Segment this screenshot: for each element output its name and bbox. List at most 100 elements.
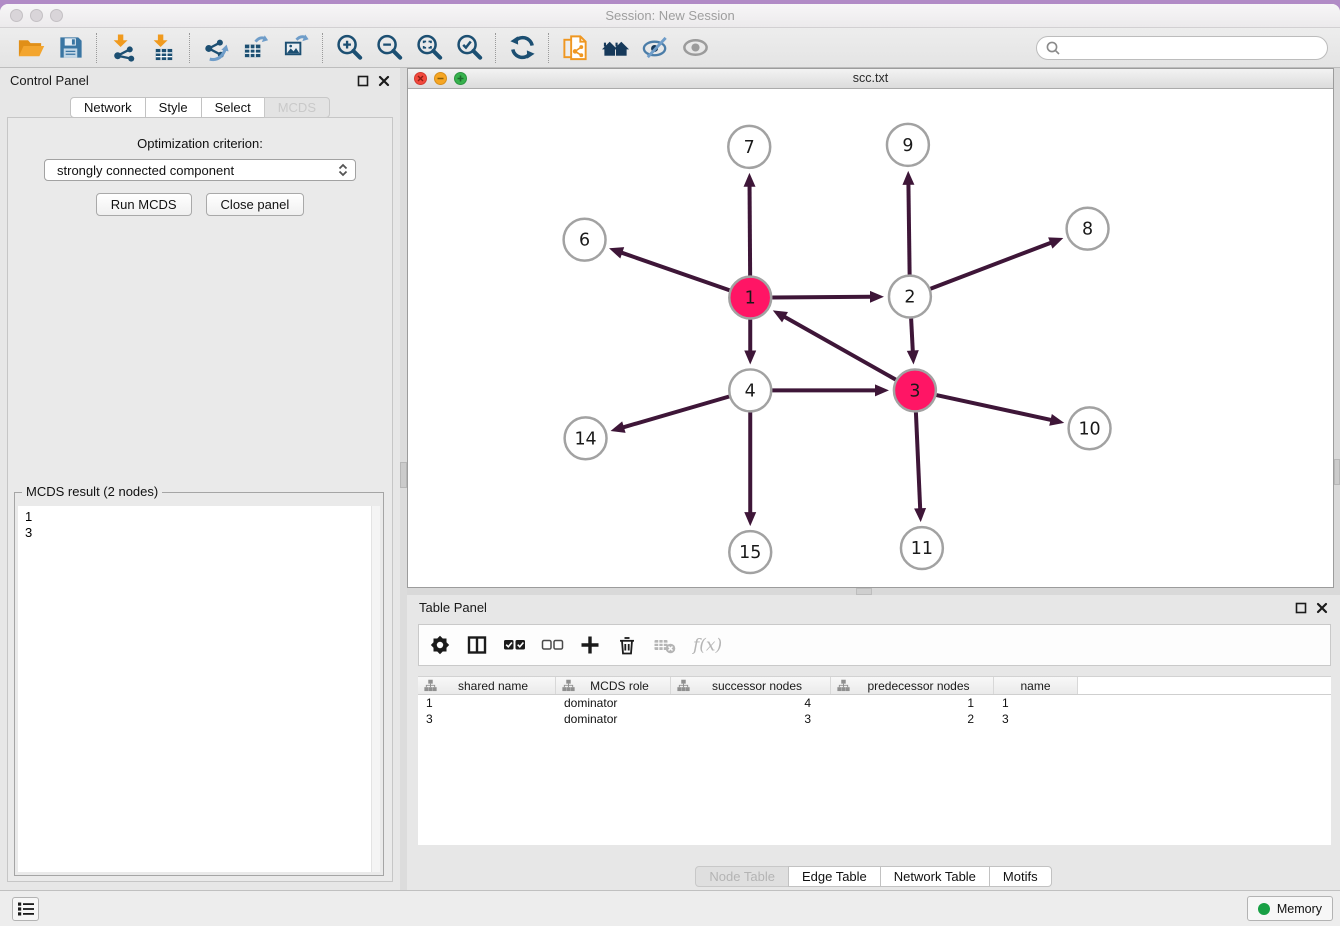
vertical-splitter[interactable] [400, 68, 407, 890]
export-table-button[interactable] [239, 31, 273, 65]
column-header-shared-name[interactable]: shared name [418, 677, 556, 694]
edge-4-3[interactable] [772, 384, 889, 396]
edge-1-2[interactable] [772, 291, 884, 303]
tab-motifs[interactable]: Motifs [989, 866, 1052, 887]
tab-network-table[interactable]: Network Table [880, 866, 990, 887]
edge-2-3[interactable] [907, 319, 919, 365]
zoom-out-button[interactable] [372, 31, 406, 65]
svg-text:6: 6 [579, 231, 590, 251]
main-toolbar [0, 28, 1340, 68]
close-panel-icon[interactable] [378, 75, 390, 87]
tab-edge-table[interactable]: Edge Table [788, 866, 881, 887]
select-all-button[interactable] [503, 634, 526, 656]
delete-column-button[interactable] [616, 634, 638, 656]
graph-node-3[interactable]: 3 [894, 369, 936, 411]
network-canvas[interactable]: 7 9 6 8 1 2 4 3 14 10 15 11 [408, 89, 1333, 587]
zoom-selected-button[interactable] [452, 31, 486, 65]
graph-node-9[interactable]: 9 [887, 124, 929, 166]
network-view-window: scc.txt 7968124314101511 [407, 68, 1334, 588]
memory-button[interactable]: Memory [1247, 896, 1333, 921]
open-file-button[interactable] [13, 31, 47, 65]
table-tabs: Node TableEdge TableNetwork TableMotifs [407, 866, 1340, 887]
right-splitter-handle[interactable] [1334, 459, 1340, 485]
close-panel-button[interactable]: Close panel [206, 193, 305, 216]
splitter-handle[interactable] [400, 462, 407, 488]
graph-node-1[interactable]: 1 [729, 277, 771, 319]
edge-1-6[interactable] [609, 247, 729, 290]
tab-mcds[interactable]: MCDS [264, 97, 330, 118]
column-header-successor-nodes[interactable]: successor nodes [671, 677, 831, 694]
import-table-button[interactable] [146, 31, 180, 65]
minimize-view-icon[interactable] [434, 72, 447, 85]
mcds-result-textarea[interactable]: 13 [18, 506, 380, 872]
columns-view-button[interactable] [466, 634, 488, 656]
save-session-button[interactable] [53, 31, 87, 65]
result-scrollbar[interactable] [371, 506, 380, 872]
close-window-button[interactable] [10, 9, 23, 22]
edge-2-9[interactable] [902, 171, 914, 275]
graph-node-4[interactable]: 4 [729, 369, 771, 411]
copy-network-button[interactable] [558, 31, 592, 65]
deselect-all-button[interactable] [541, 634, 564, 656]
graph-node-11[interactable]: 11 [901, 527, 943, 569]
cell-mcds-role: dominator [556, 712, 671, 726]
float-icon [1295, 602, 1307, 614]
graph-node-6[interactable]: 6 [564, 219, 606, 261]
edge-4-15[interactable] [744, 412, 756, 526]
hide-selected-button[interactable] [638, 31, 672, 65]
table-row[interactable]: 1dominator411 [418, 695, 1331, 711]
graph-node-2[interactable]: 2 [889, 276, 931, 318]
edge-3-10[interactable] [936, 395, 1064, 426]
edge-1-4[interactable] [744, 320, 756, 365]
toolbar-separator [322, 33, 323, 63]
graph-node-10[interactable]: 10 [1069, 407, 1111, 449]
tab-style[interactable]: Style [145, 97, 202, 118]
optimization-label: Optimization criterion: [8, 136, 392, 151]
column-header-predecessor-nodes[interactable]: predecessor nodes [831, 677, 994, 694]
run-mcds-button[interactable]: Run MCDS [96, 193, 192, 216]
tab-node-table[interactable]: Node Table [695, 866, 789, 887]
edge-4-14[interactable] [611, 396, 730, 432]
optimization-criterion-select[interactable]: strongly connected component [44, 159, 356, 181]
table-row[interactable]: 3dominator323 [418, 711, 1331, 727]
tab-network[interactable]: Network [70, 97, 146, 118]
export-image-button[interactable] [279, 31, 313, 65]
show-all-button[interactable] [678, 31, 712, 65]
maximize-view-icon[interactable] [454, 72, 467, 85]
org-chart-icon [677, 679, 690, 692]
edge-2-8[interactable] [930, 237, 1063, 288]
mcds-result-title: MCDS result (2 nodes) [22, 484, 162, 499]
search-field[interactable] [1036, 36, 1328, 60]
edge-3-1[interactable] [773, 310, 896, 379]
network-graph[interactable]: 7 9 6 8 1 2 4 3 14 10 15 11 [408, 89, 1333, 587]
float-panel-icon[interactable] [1295, 602, 1307, 614]
minimize-window-button[interactable] [30, 9, 43, 22]
task-history-button[interactable] [12, 897, 39, 921]
search-input[interactable] [1066, 39, 1319, 56]
edge-3-11[interactable] [914, 412, 926, 522]
graph-node-14[interactable]: 14 [565, 417, 607, 459]
graph-node-8[interactable]: 8 [1067, 208, 1109, 250]
column-header-mcds-role[interactable]: MCDS role [556, 677, 671, 694]
zoom-fit-button[interactable] [412, 31, 446, 65]
close-view-icon[interactable] [414, 72, 427, 85]
close-panel-icon[interactable] [1316, 602, 1328, 614]
column-header-name[interactable]: name [994, 677, 1078, 694]
zoom-selected-icon [455, 33, 484, 62]
import-network-button[interactable] [106, 31, 140, 65]
graph-node-7[interactable]: 7 [728, 126, 770, 168]
refresh-network-button[interactable] [505, 31, 539, 65]
export-network-button[interactable] [199, 31, 233, 65]
edge-1-7[interactable] [744, 173, 756, 276]
float-panel-icon[interactable] [357, 75, 369, 87]
first-neighbors-button[interactable] [598, 31, 632, 65]
zoom-in-button[interactable] [332, 31, 366, 65]
svg-text:9: 9 [902, 136, 913, 156]
horizontal-splitter-handle[interactable] [856, 588, 872, 595]
zoom-window-button[interactable] [50, 9, 63, 22]
add-column-button[interactable] [579, 634, 601, 656]
graph-node-15[interactable]: 15 [729, 531, 771, 573]
tab-select[interactable]: Select [201, 97, 265, 118]
gear-icon [429, 634, 451, 656]
gear-button[interactable] [429, 634, 451, 656]
